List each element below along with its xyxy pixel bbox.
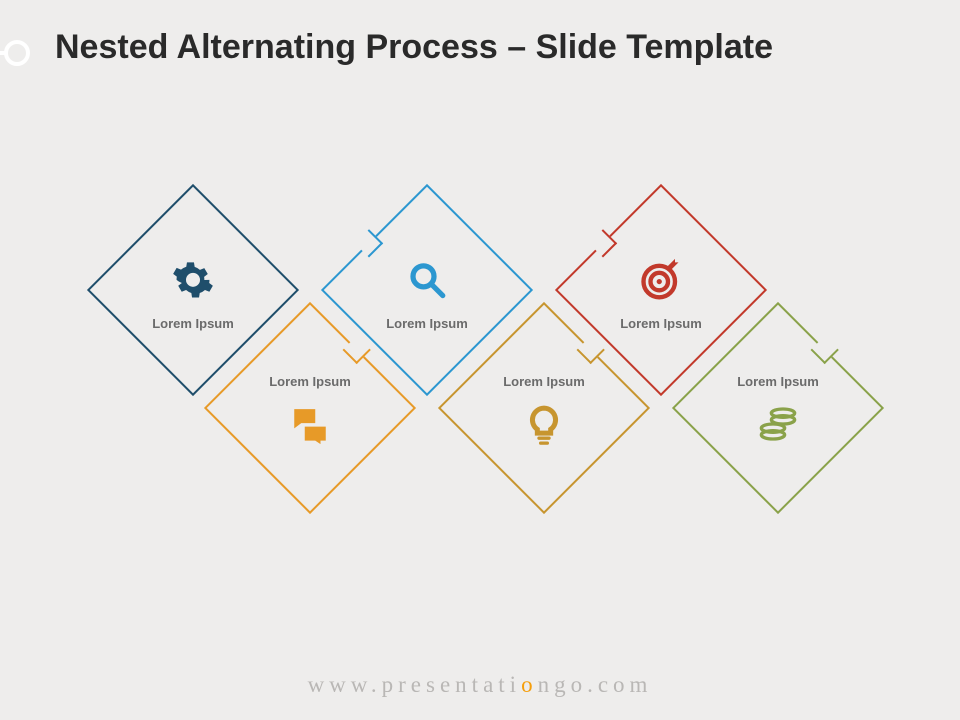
coins-icon [754, 400, 802, 448]
footer-url: www.presentationgo.com [0, 672, 960, 698]
process-step-label: Lorem Ipsum [386, 315, 468, 330]
bulb-icon [520, 400, 568, 448]
magnify-icon [403, 255, 451, 303]
chat-icon [286, 400, 334, 448]
process-step-label: Lorem Ipsum [503, 373, 585, 388]
gear-icon [169, 255, 217, 303]
target-icon [637, 255, 685, 303]
process-step-label: Lorem Ipsum [269, 373, 351, 388]
process-step-label: Lorem Ipsum [737, 373, 819, 388]
process-step-label: Lorem Ipsum [620, 315, 702, 330]
process-step-label: Lorem Ipsum [152, 315, 234, 330]
diagram-stage: Lorem Ipsum Lorem Ipsum Lorem Ipsum Lorem I… [0, 0, 960, 720]
